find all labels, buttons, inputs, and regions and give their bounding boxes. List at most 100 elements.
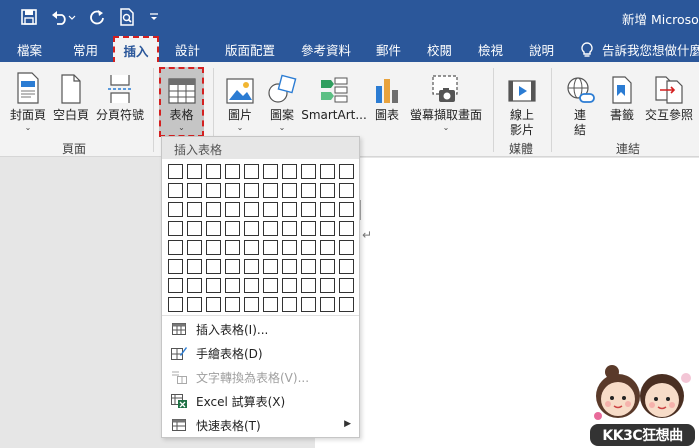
menu-item-convert-text-to-table[interactable]: 文字轉換為表格(V)... [162,365,359,389]
table-grid-cell[interactable] [168,278,183,293]
cover-page-button[interactable]: 封面頁 ⌄ [8,70,48,132]
tab-review[interactable]: 校閱 [427,40,452,59]
table-grid-cell[interactable] [263,183,278,198]
table-grid-cell[interactable] [225,259,240,274]
table-grid-cell[interactable] [339,278,354,293]
table-grid-cell[interactable] [187,202,202,217]
table-grid-cell[interactable] [339,297,354,312]
table-grid-cell[interactable] [263,202,278,217]
table-grid-cell[interactable] [339,164,354,179]
table-grid-cell[interactable] [244,221,259,236]
table-grid-cell[interactable] [168,221,183,236]
table-grid-cell[interactable] [187,183,202,198]
table-grid-cell[interactable] [320,259,335,274]
table-grid-cell[interactable] [168,259,183,274]
table-grid-cell[interactable] [206,297,221,312]
table-grid-cell[interactable] [301,278,316,293]
table-grid-cell[interactable] [282,259,297,274]
bookmark-button[interactable]: 書籤 [606,70,638,123]
table-grid-cell[interactable] [282,202,297,217]
table-grid-cell[interactable] [244,240,259,255]
table-grid-cell[interactable] [301,164,316,179]
table-grid-cell[interactable] [168,202,183,217]
table-grid-cell[interactable] [339,221,354,236]
table-grid-cell[interactable] [301,202,316,217]
save-icon[interactable] [18,4,40,30]
table-grid-cell[interactable] [168,164,183,179]
table-grid-cell[interactable] [320,183,335,198]
table-grid-cell[interactable] [282,278,297,293]
table-grid-cell[interactable] [225,202,240,217]
table-grid-cell[interactable] [244,259,259,274]
shapes-button[interactable]: 圖案 ⌄ [264,70,300,132]
chart-button[interactable]: 圖表 [370,70,404,123]
table-grid-cell[interactable] [282,297,297,312]
table-grid-cell[interactable] [282,164,297,179]
menu-item-draw-table[interactable]: 手繪表格(D) [162,341,359,365]
table-grid-cell[interactable] [187,164,202,179]
table-grid-cell[interactable] [225,240,240,255]
tab-layout[interactable]: 版面配置 [225,40,275,59]
pictures-button[interactable]: 圖片 ⌄ [222,70,258,132]
table-grid-cell[interactable] [263,297,278,312]
table-grid-cell[interactable] [301,297,316,312]
tab-mailings[interactable]: 郵件 [376,40,401,59]
table-grid-cell[interactable] [282,183,297,198]
undo-icon[interactable] [48,4,78,30]
table-grid-cell[interactable] [320,202,335,217]
print-preview-icon[interactable] [116,4,138,30]
table-grid-cell[interactable] [263,240,278,255]
tab-design[interactable]: 設計 [175,40,200,59]
table-grid-cell[interactable] [282,221,297,236]
table-grid-cell[interactable] [206,240,221,255]
menu-item-insert-table[interactable]: 插入表格(I)... [162,317,359,341]
table-grid-cell[interactable] [244,202,259,217]
table-grid-cell[interactable] [206,278,221,293]
table-grid-cell[interactable] [339,183,354,198]
link-button[interactable]: 連 結 [560,70,600,138]
table-grid-cell[interactable] [206,164,221,179]
table-grid-cell[interactable] [206,202,221,217]
smartart-button[interactable]: SmartArt... [301,70,367,123]
table-grid-cell[interactable] [320,240,335,255]
table-grid-cell[interactable] [187,278,202,293]
cross-reference-button[interactable]: 交互參照 [642,70,696,123]
table-grid-cell[interactable] [187,240,202,255]
tab-insert[interactable]: 插入 [113,36,159,63]
table-grid-cell[interactable] [168,240,183,255]
table-grid-cell[interactable] [168,297,183,312]
table-grid-cell[interactable] [263,221,278,236]
table-grid-cell[interactable] [263,259,278,274]
tab-view[interactable]: 檢視 [478,40,503,59]
redo-icon[interactable] [86,4,108,30]
table-grid-cell[interactable] [301,221,316,236]
table-grid-cell[interactable] [244,297,259,312]
table-grid-cell[interactable] [339,202,354,217]
table-grid-cell[interactable] [244,183,259,198]
table-grid-cell[interactable] [320,297,335,312]
table-grid-cell[interactable] [339,259,354,274]
table-grid-cell[interactable] [225,183,240,198]
blank-page-button[interactable]: 空白頁 [50,70,92,123]
table-grid-cell[interactable] [244,164,259,179]
table-grid-cell[interactable] [244,278,259,293]
table-grid-cell[interactable] [187,297,202,312]
table-grid-cell[interactable] [301,240,316,255]
table-button[interactable]: 表格 ⌄ [160,70,203,132]
online-video-button[interactable]: 線上 影片 [500,70,544,138]
table-grid-cell[interactable] [206,259,221,274]
screenshot-button[interactable]: 螢幕擷取畫面 ⌄ [408,70,484,132]
table-grid-cell[interactable] [320,278,335,293]
table-grid-cell[interactable] [225,278,240,293]
table-grid-cell[interactable] [282,240,297,255]
table-grid-cell[interactable] [320,164,335,179]
table-grid-cell[interactable] [187,221,202,236]
tab-references[interactable]: 參考資料 [301,40,351,59]
table-grid-cell[interactable] [225,164,240,179]
menu-item-quick-tables[interactable]: 快速表格(T) ▶ [162,413,359,437]
table-grid-cell[interactable] [206,221,221,236]
table-grid-cell[interactable] [263,278,278,293]
table-grid-cell[interactable] [225,221,240,236]
table-grid-cell[interactable] [263,164,278,179]
table-grid-cell[interactable] [206,183,221,198]
